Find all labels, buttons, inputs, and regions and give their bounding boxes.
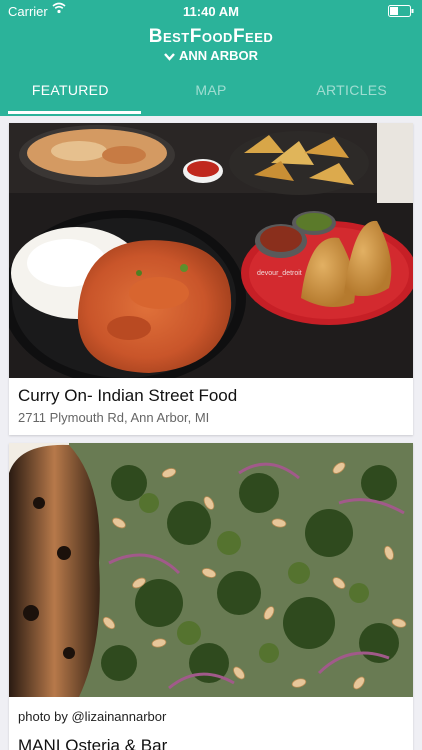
photo-credit[interactable]: photo by @lizainannarbor <box>18 709 166 724</box>
tab-map-label: MAP <box>195 82 227 98</box>
restaurant-photo[interactable] <box>9 443 413 697</box>
clock: 11:40 AM <box>183 4 239 19</box>
app-header: Carrier 11:40 AM BestFoodFeed ANN ARBOR … <box>0 0 422 116</box>
battery-icon <box>388 5 414 20</box>
restaurant-card[interactable]: photo by @lizainannarbor MANI Osteria & … <box>9 443 413 750</box>
restaurant-photo[interactable]: devour_detroit <box>9 123 413 378</box>
restaurant-name[interactable]: MANI Osteria & Bar <box>18 736 167 750</box>
app-logo: BestFoodFeed <box>148 26 274 47</box>
restaurant-feed[interactable]: devour_detroit Curry On- Indian Street F… <box>0 116 422 750</box>
tab-featured[interactable]: FEATURED <box>0 76 141 116</box>
photo-watermark: devour_detroit <box>257 270 302 277</box>
chevron-down-icon <box>164 53 175 61</box>
city-selector[interactable]: ANN ARBOR <box>0 48 422 63</box>
tab-articles-label: ARTICLES <box>316 82 387 98</box>
status-bar: Carrier 11:40 AM <box>0 0 422 22</box>
tab-bar: FEATURED MAP ARTICLES <box>0 76 422 116</box>
tab-map[interactable]: MAP <box>141 76 282 116</box>
restaurant-card[interactable]: devour_detroit Curry On- Indian Street F… <box>9 123 413 435</box>
tab-articles[interactable]: ARTICLES <box>281 76 422 116</box>
restaurant-address: 2711 Plymouth Rd, Ann Arbor, MI <box>18 410 210 425</box>
tab-featured-label: FEATURED <box>31 82 109 98</box>
restaurant-name[interactable]: Curry On- Indian Street Food <box>18 386 237 406</box>
city-label: ANN ARBOR <box>179 48 258 63</box>
active-tab-indicator <box>8 111 141 114</box>
